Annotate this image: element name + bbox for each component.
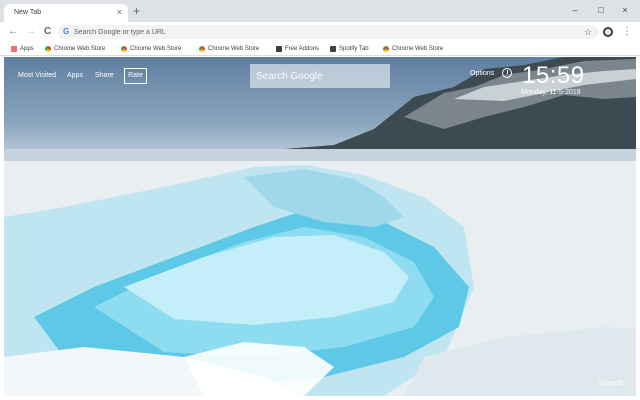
bookmark-spotify-tab[interactable]: Spotify Tab [330,44,369,54]
background-ice [4,161,636,396]
bookmark-label: Spotify Tab [339,46,369,52]
clock-date: Monday, 11-5-2018 [521,89,581,96]
bookmark-chrome-web-store[interactable]: Chrome Web Store [121,44,181,54]
apps-link[interactable]: Apps [67,71,83,81]
bookmark-chrome-web-store[interactable]: Chrome Web Store [383,44,443,54]
chrome-menu-icon[interactable]: ⋮ [622,26,632,38]
forward-arrow-icon[interactable]: → [26,26,36,38]
clock-icon[interactable] [502,68,512,78]
bookmark-apps[interactable]: Apps [11,44,34,54]
close-window-icon[interactable]: × [618,4,632,16]
free-addons-icon [276,46,282,52]
reload-icon[interactable]: C [44,26,51,38]
apps-grid-icon [11,46,17,52]
spotify-tab-icon [330,46,336,52]
bookmark-label: Chrome Web Store [392,46,444,52]
minimize-icon[interactable]: – [568,4,582,16]
rate-button[interactable]: Rate [124,68,147,84]
bookmark-chrome-web-store[interactable]: Chrome Web Store [45,44,105,54]
bookmark-star-icon[interactable]: ☆ [584,26,592,38]
maximize-icon[interactable]: □ [594,4,608,16]
bookmark-label: Free Addons [285,46,320,52]
chrome-web-store-icon [199,46,205,52]
chrome-web-store-icon [383,46,389,52]
google-g-icon: G [63,27,70,36]
bookmark-chrome-web-store[interactable]: Chrome Web Store [199,44,259,54]
back-arrow-icon[interactable]: ← [8,26,18,38]
chrome-web-store-icon [121,46,127,52]
bookmark-label: Chrome Web Store [54,46,106,52]
bookmark-label: Chrome Web Store [130,46,182,52]
chrome-web-store-icon [45,46,51,52]
account-avatar-icon[interactable] [603,27,613,37]
new-tab-page: Most Visited Apps Share Rate Options 15:… [4,57,636,396]
bookmark-free-addons[interactable]: Free Addons [276,44,319,54]
address-bar-input[interactable] [74,25,574,39]
bookmarks-bar: Apps Chrome Web Store Chrome Web Store C… [0,42,640,56]
bookmark-label: Chrome Web Store [208,46,260,52]
tab-close-icon[interactable]: × [117,7,122,17]
browser-toolbar: ← → C G ☆ ⋮ [0,22,640,42]
tab-title: New Tab [14,9,42,16]
most-visited-link[interactable]: Most Visited [18,71,56,81]
clock-time: 15:59 [522,62,585,89]
options-link[interactable]: Options [470,70,494,77]
google-search-input[interactable] [250,64,390,88]
bookmark-label: Apps [20,46,34,52]
share-link[interactable]: Share [95,71,114,81]
new-tab-button[interactable]: + [133,5,140,17]
omnibox[interactable]: G [58,25,598,39]
tab-new-tab[interactable]: New Tab × [4,4,128,22]
support-link[interactable]: Support [598,380,623,387]
browser-titlebar: New Tab × + – □ × [0,0,640,22]
